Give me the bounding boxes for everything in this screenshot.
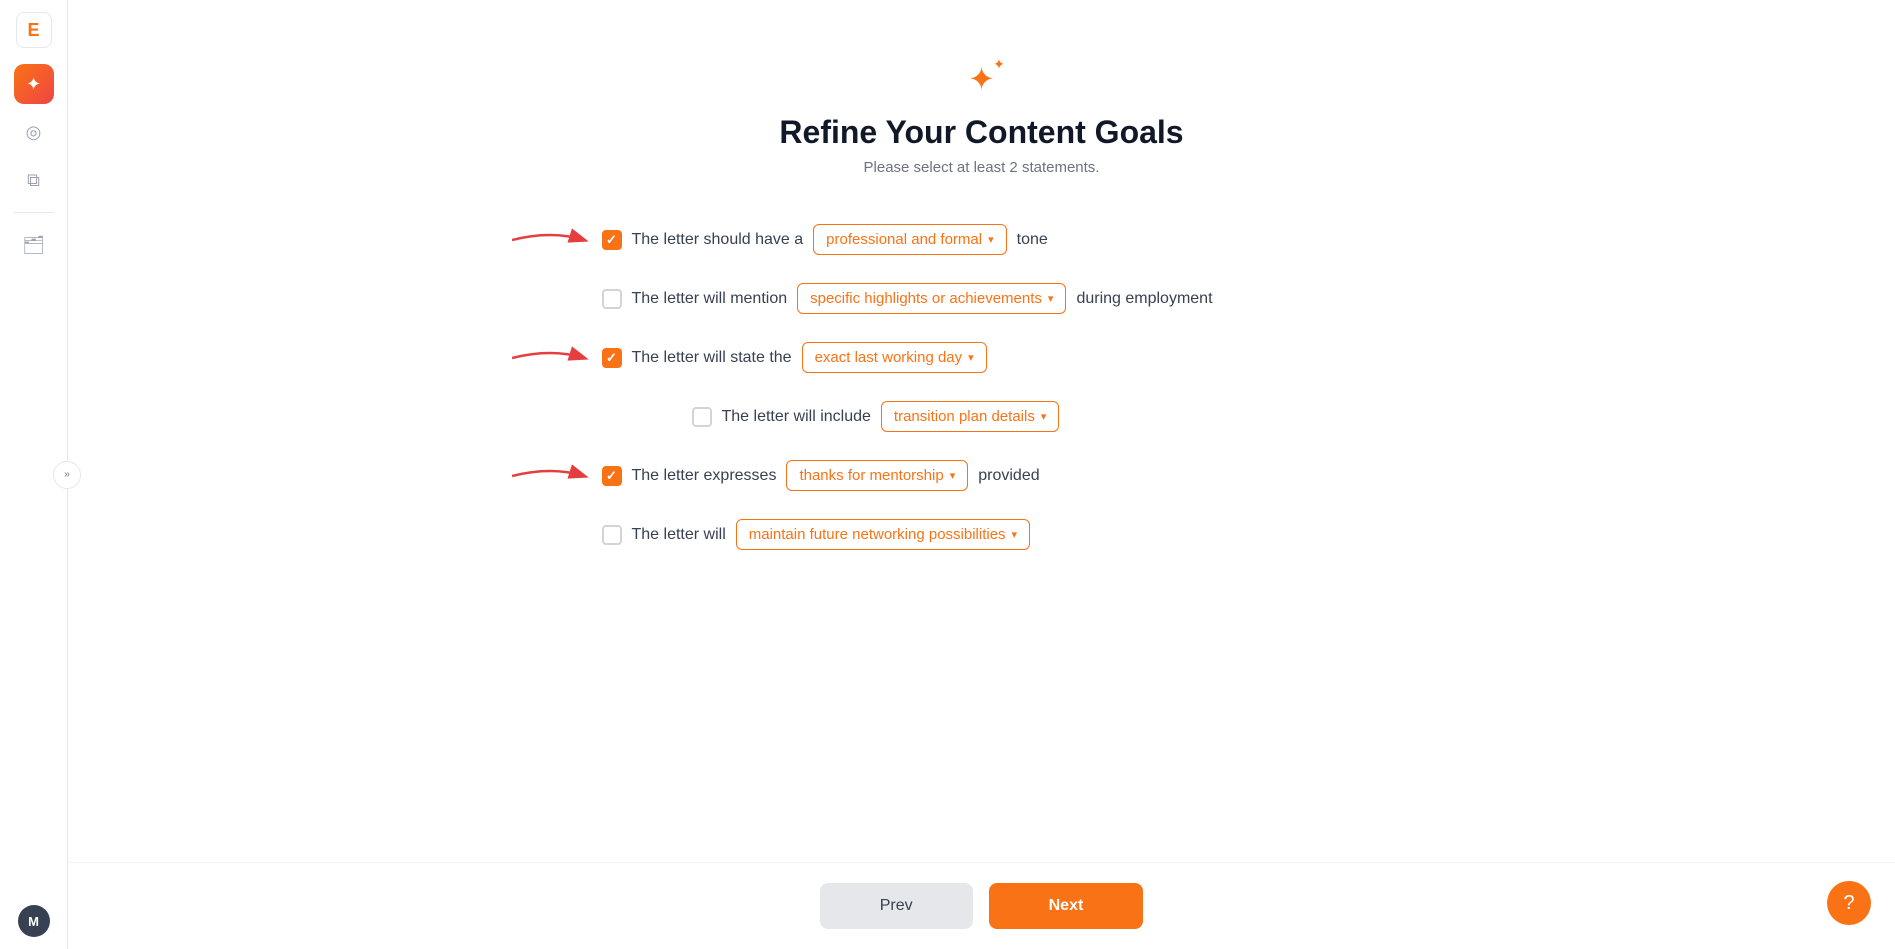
checkbox-5[interactable]	[602, 466, 622, 486]
chevron-down-icon: ▾	[988, 233, 994, 246]
dropdown-4[interactable]: transition plan details ▾	[881, 401, 1059, 432]
sidebar-item-docs[interactable]: ⧉	[14, 160, 54, 200]
app-logo[interactable]: E	[16, 12, 52, 48]
docs-icon: ⧉	[27, 170, 40, 191]
checkbox-1[interactable]	[602, 230, 622, 250]
chevron-right-icon: »	[64, 469, 70, 480]
folder-icon: 🗂	[22, 235, 45, 256]
row-5-prefix: The letter expresses	[632, 467, 777, 485]
row-2-suffix: during employment	[1076, 290, 1212, 308]
dropdown-5[interactable]: thanks for mentorship ▾	[786, 460, 968, 491]
form-row-1: The letter should have a professional an…	[602, 224, 1362, 255]
chevron-down-icon: ▾	[1048, 292, 1054, 305]
row-2-prefix: The letter will mention	[632, 290, 788, 308]
support-button[interactable]: ?	[1827, 881, 1871, 925]
checkbox-3[interactable]	[602, 348, 622, 368]
checkbox-2[interactable]	[602, 289, 622, 309]
form-row-2: The letter will mention specific highlig…	[602, 283, 1362, 314]
chevron-down-icon: ▾	[950, 469, 956, 482]
arrow-6	[512, 520, 592, 550]
arrow-5	[512, 461, 592, 491]
ai-icon: ✦	[26, 74, 41, 95]
page-subtitle: Please select at least 2 statements.	[864, 159, 1100, 176]
sidebar-item-search[interactable]: ◎	[14, 112, 54, 152]
row-1-suffix: tone	[1017, 231, 1048, 249]
bottom-bar: Prev Next	[68, 862, 1895, 949]
form-container: The letter should have a professional an…	[602, 224, 1362, 550]
dropdown-3[interactable]: exact last working day ▾	[802, 342, 987, 373]
prev-button[interactable]: Prev	[820, 883, 973, 929]
avatar[interactable]: M	[18, 905, 50, 937]
chevron-down-icon: ▾	[1012, 528, 1018, 541]
sidebar-bottom: M	[18, 905, 50, 937]
page-sparkle-icon: ✦ ✦	[968, 60, 995, 98]
chevron-down-icon: ▾	[968, 351, 974, 364]
checkbox-4[interactable]	[692, 407, 712, 427]
dropdown-6[interactable]: maintain future networking possibilities…	[736, 519, 1030, 550]
sidebar-divider	[14, 212, 54, 213]
row-6-prefix: The letter will	[632, 526, 726, 544]
search-icon: ◎	[26, 122, 42, 143]
sidebar-collapse-button[interactable]: »	[53, 461, 81, 489]
checkbox-6[interactable]	[602, 525, 622, 545]
chevron-down-icon: ▾	[1041, 410, 1047, 423]
sidebar-item-ai[interactable]: ✦	[14, 64, 54, 104]
form-row-4: The letter will include transition plan …	[602, 401, 1362, 432]
support-icon: ?	[1843, 892, 1854, 915]
arrow-1	[512, 225, 592, 255]
form-row-5: The letter expresses thanks for mentorsh…	[602, 460, 1362, 491]
row-3-prefix: The letter will state the	[632, 349, 792, 367]
arrow-3	[512, 343, 592, 373]
form-row-6: The letter will maintain future networki…	[602, 519, 1362, 550]
dropdown-2[interactable]: specific highlights or achievements ▾	[797, 283, 1066, 314]
form-row-3: The letter will state the exact last wor…	[602, 342, 1362, 373]
row-4-prefix: The letter will include	[722, 408, 871, 426]
next-button[interactable]: Next	[989, 883, 1144, 929]
row-5-suffix: provided	[978, 467, 1039, 485]
dropdown-1[interactable]: professional and formal ▾	[813, 224, 1006, 255]
row-1-prefix: The letter should have a	[632, 231, 804, 249]
page-title: Refine Your Content Goals	[779, 114, 1183, 151]
sidebar: E ✦ ◎ ⧉ 🗂 M »	[0, 0, 68, 949]
main-content: ✦ ✦ Refine Your Content Goals Please sel…	[68, 0, 1895, 949]
sidebar-item-folder[interactable]: 🗂	[14, 225, 54, 265]
